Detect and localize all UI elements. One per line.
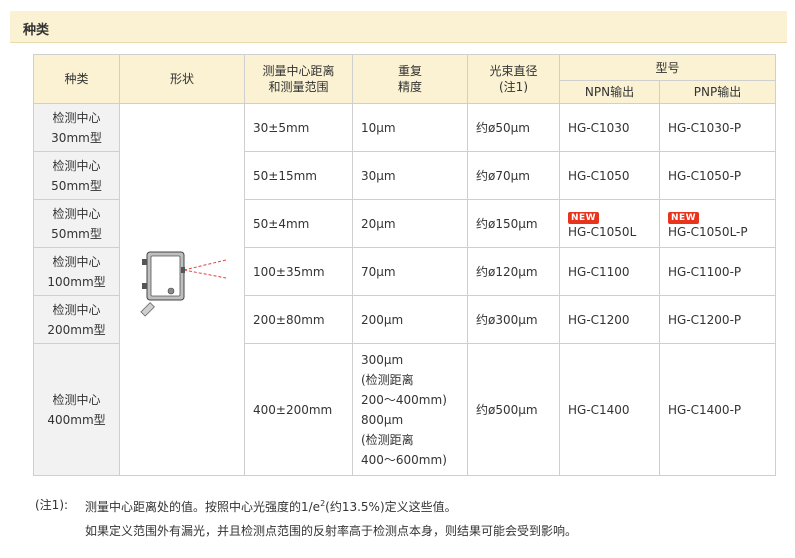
new-badge: NEW [568,211,600,224]
beam-cell: 约ø300μm [467,295,560,344]
header-distance: 测量中心距离 和测量范围 [244,54,353,104]
npn-model-cell: HG-C1200 [559,295,660,344]
new-badge: NEW [668,211,700,224]
shape-cell [119,103,245,476]
precision-cell: 70μm [352,247,468,296]
distance-cell: 200±80mm [244,295,353,344]
header-model: 型号 [558,54,777,81]
pnp-model-cell: NEW HG-C1050L-P [658,199,777,248]
distance-cell: 50±15mm [244,151,353,200]
npn-model-cell: HG-C1100 [559,247,660,296]
distance-cell: 30±5mm [244,103,353,152]
precision-cell: 300μm (检测距离 200～400mm) 800μm (检测距离 400～6… [352,343,468,476]
precision-cell: 30μm [352,151,468,200]
header-beam: 光束直径 (注1) [467,54,560,104]
sensor-device-icon [140,251,227,317]
precision-cell: 200μm [352,295,468,344]
note-line-2: 如果定义范围外有漏光，并且检测点范围的反射率高于检测点本身，则结果可能会受到影响… [85,524,578,538]
note-line-1: 测量中心距离处的值。按照中心光强度的1/e2(约13.5%)定义这些值。 [85,499,457,514]
beam-cell: 约ø50μm [467,103,560,152]
section-title: 种类 [23,23,50,38]
type-cell: 检测中心 30mm型 [33,103,120,152]
pnp-model-cell: HG-C1200-P [658,295,777,344]
npn-model-text: HG-C1050L [568,224,637,239]
npn-model-cell: HG-C1400 [559,343,660,476]
precision-cell: 20μm [352,199,468,248]
npn-model-cell: HG-C1030 [559,103,660,152]
header-shape: 形状 [119,54,245,104]
pnp-model-cell: HG-C1030-P [658,103,777,152]
table-row: 检测中心 30mm型 30±5mm 10μm 约ø50μm HG-C1030 H… [33,103,777,476]
precision-cell: 10μm [352,103,468,152]
beam-cell: 约ø120μm [467,247,560,296]
section-header: 种类 [10,11,787,43]
npn-model-cell: HG-C1050 [559,151,660,200]
pnp-model-cell: HG-C1100-P [658,247,777,296]
type-cell: 检测中心 200mm型 [33,295,120,344]
note-label: (注1): [35,498,69,512]
beam-cell: 约ø70μm [467,151,560,200]
npn-model-cell: NEW HG-C1050L [559,199,660,248]
type-cell: 检测中心 50mm型 [33,151,120,200]
type-cell: 检测中心 50mm型 [33,199,120,248]
beam-cell: 约ø500μm [467,343,560,476]
type-cell: 检测中心 400mm型 [33,343,120,476]
header-precision: 重复 精度 [352,54,468,104]
pnp-model-cell: HG-C1050-P [658,151,777,200]
pnp-model-cell: HG-C1400-P [658,343,777,476]
product-spec-table: 种类 形状 测量中心距离 和测量范围 重复 精度 光束直径 (注1) 型号 NP… [33,54,777,476]
distance-cell: 50±4mm [244,199,353,248]
pnp-model-text: HG-C1050L-P [668,224,748,239]
beam-cell: 约ø150μm [467,199,560,248]
header-type: 种类 [33,54,120,104]
distance-cell: 400±200mm [244,343,353,476]
header-npn: NPN输出 [559,80,660,104]
distance-cell: 100±35mm [244,247,353,296]
header-pnp: PNP输出 [658,80,777,104]
type-cell: 检测中心 100mm型 [33,247,120,296]
